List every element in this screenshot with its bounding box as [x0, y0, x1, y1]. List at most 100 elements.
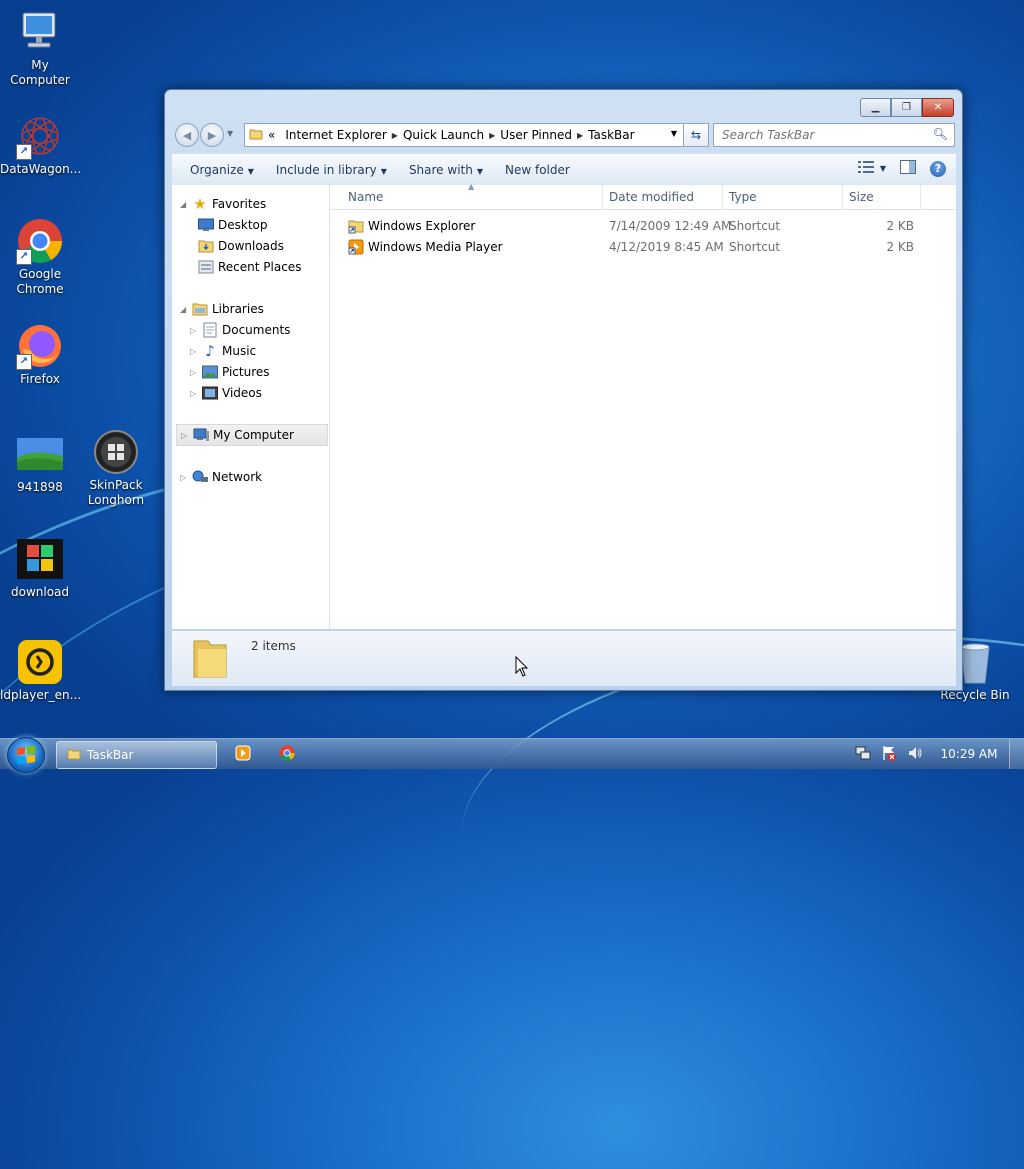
- expand-triangle-icon[interactable]: ▷: [180, 473, 190, 482]
- details-pane: 2 items: [172, 630, 956, 686]
- desktop-icon-google-chrome[interactable]: ↗ Google Chrome: [0, 217, 80, 297]
- help-button[interactable]: ?: [930, 160, 946, 177]
- column-header-date-modified[interactable]: Date modified: [609, 190, 694, 204]
- desktop-icon-my-computer[interactable]: My Computer: [0, 8, 80, 88]
- column-headers: Name ▲ Date modified Type Size: [330, 182, 956, 210]
- breadcrumb-overflow[interactable]: «: [263, 128, 280, 142]
- desktop-icon-label: 941898: [17, 480, 63, 494]
- taskbar-media-player[interactable]: [226, 741, 260, 767]
- network-icon: [192, 469, 208, 485]
- desktop-icon-label: SkinPack Longhorn: [87, 478, 145, 507]
- expand-triangle-icon[interactable]: ▷: [190, 368, 200, 377]
- documents-icon: [202, 322, 218, 338]
- file-row[interactable]: Windows Media Player 4/12/2019 8:45 AM S…: [330, 237, 956, 257]
- pictures-icon: [202, 364, 218, 380]
- breadcrumb-user-pinned[interactable]: User Pinned: [495, 128, 577, 142]
- column-header-size[interactable]: Size: [849, 190, 874, 204]
- file-type: Shortcut: [729, 219, 781, 233]
- nav-downloads[interactable]: Downloads: [198, 236, 284, 256]
- taskbar-button-label: TaskBar: [87, 748, 134, 762]
- nav-videos[interactable]: ▷ Videos: [190, 383, 262, 403]
- expand-triangle-icon[interactable]: ▷: [181, 431, 191, 440]
- column-header-name[interactable]: Name: [348, 190, 383, 204]
- explorer-window[interactable]: ▁ ❐ ✕ ◀ ▶ ▼ « Internet Explorer ▶ Quick …: [164, 89, 963, 691]
- expand-triangle-icon[interactable]: ▷: [190, 326, 200, 335]
- new-folder-label: New folder: [505, 163, 570, 177]
- nav-pictures[interactable]: ▷ Pictures: [190, 362, 270, 382]
- desktop-icon-label: download: [10, 585, 70, 599]
- preview-pane-button[interactable]: [900, 160, 916, 177]
- nav-my-computer[interactable]: ▷ My Computer: [176, 424, 328, 446]
- close-icon: ✕: [933, 102, 943, 113]
- column-header-type[interactable]: Type: [729, 190, 757, 204]
- file-size: 2 KB: [886, 219, 914, 233]
- include-in-library-button[interactable]: Include in library ▼: [265, 163, 398, 177]
- chrome-icon: [279, 744, 295, 764]
- network-tray-icon[interactable]: [855, 745, 871, 764]
- expand-triangle-icon[interactable]: ▷: [190, 389, 200, 398]
- nav-favorites[interactable]: ◢ ★ Favorites: [180, 194, 266, 214]
- desktop-icon-label: DataWagon...: [0, 162, 82, 176]
- shortcut-arrow-icon: ↗: [16, 354, 32, 370]
- nav-label: Documents: [222, 323, 291, 337]
- include-label: Include in library: [275, 163, 377, 177]
- nav-music[interactable]: ▷ ♪ Music: [190, 341, 256, 361]
- desktop-icon-941898[interactable]: 941898: [0, 430, 80, 495]
- clock[interactable]: 10:29 AM: [929, 747, 1009, 761]
- search-icon[interactable]: 🔍︎: [933, 127, 948, 141]
- firefox-icon: ↗: [16, 322, 64, 370]
- file-row[interactable]: Windows Explorer 7/14/2009 12:49 AM Shor…: [330, 216, 956, 236]
- view-controls: ▼ ?: [857, 160, 946, 177]
- show-desktop-button[interactable]: [1009, 739, 1024, 769]
- download-image-icon: [16, 535, 64, 583]
- chrome-icon: ↗: [16, 217, 64, 265]
- share-with-button[interactable]: Share with ▼: [398, 163, 494, 177]
- address-bar[interactable]: « Internet Explorer ▶ Quick Launch ▶ Use…: [244, 123, 684, 147]
- change-view-button[interactable]: ▼: [857, 161, 886, 176]
- nav-desktop[interactable]: Desktop: [198, 215, 268, 235]
- close-button[interactable]: ✕: [922, 98, 954, 117]
- restore-button[interactable]: ❐: [891, 98, 922, 117]
- image-file-icon: [16, 430, 64, 478]
- taskbar-chrome[interactable]: [270, 741, 304, 767]
- search-input[interactable]: [720, 125, 934, 145]
- desktop-icon-datawagon[interactable]: ↗ DataWagon...: [0, 112, 82, 177]
- desktop-icon-ldplayer[interactable]: ldplayer_en...: [0, 638, 81, 703]
- nav-label: My Computer: [213, 428, 294, 442]
- details-view-icon: [857, 161, 874, 176]
- refresh-button[interactable]: ⇆: [683, 123, 709, 147]
- nav-network[interactable]: ▷ Network: [180, 467, 262, 487]
- desktop-icon-firefox[interactable]: ↗ Firefox: [0, 322, 80, 387]
- shortcut-file-icon: [348, 218, 364, 237]
- desktop-icon-skinpack-longhorn[interactable]: SkinPack Longhorn: [76, 428, 156, 508]
- nav-label: Desktop: [218, 218, 268, 232]
- recent-pages-dropdown[interactable]: ▼: [227, 129, 233, 138]
- collapse-triangle-icon[interactable]: ◢: [180, 200, 190, 209]
- desktop-icon-label: Firefox: [20, 372, 60, 386]
- back-button[interactable]: ◀: [175, 123, 199, 147]
- breadcrumb-quick-launch[interactable]: Quick Launch: [398, 128, 489, 142]
- forward-button[interactable]: ▶: [200, 123, 224, 147]
- desktop-icon-download[interactable]: download: [0, 535, 80, 600]
- nav-documents[interactable]: ▷ Documents: [190, 320, 290, 340]
- folder-large-icon: [190, 635, 230, 684]
- nav-label: Recent Places: [218, 260, 302, 274]
- chevron-down-icon: ▼: [380, 167, 387, 176]
- minimize-button[interactable]: ▁: [860, 98, 891, 117]
- collapse-triangle-icon[interactable]: ◢: [180, 305, 190, 314]
- search-box[interactable]: 🔍︎: [713, 123, 955, 147]
- breadcrumb-internet-explorer[interactable]: Internet Explorer: [280, 128, 391, 142]
- nav-recent-places[interactable]: Recent Places: [198, 257, 301, 277]
- address-dropdown-icon[interactable]: ▼: [671, 129, 677, 138]
- new-folder-button[interactable]: New folder: [494, 163, 581, 177]
- media-player-shortcut-icon: [348, 239, 364, 258]
- libraries-icon: [192, 301, 208, 317]
- expand-triangle-icon[interactable]: ▷: [190, 347, 200, 356]
- volume-icon[interactable]: [907, 745, 923, 764]
- taskbar-button-explorer[interactable]: TaskBar: [56, 741, 217, 769]
- breadcrumb-taskbar[interactable]: TaskBar: [583, 128, 639, 142]
- action-center-flag-icon[interactable]: [881, 745, 897, 764]
- organize-button[interactable]: Organize ▼: [179, 163, 265, 177]
- computer-icon: [193, 427, 209, 443]
- nav-libraries[interactable]: ◢ Libraries: [180, 299, 264, 319]
